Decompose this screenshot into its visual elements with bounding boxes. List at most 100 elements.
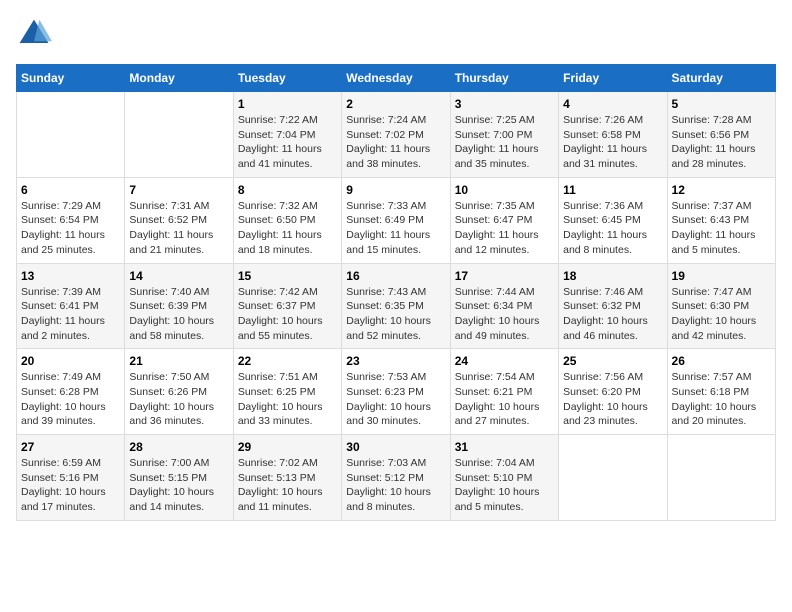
calendar-cell: 20 Sunrise: 7:49 AM Sunset: 6:28 PM Dayli… — [17, 349, 125, 435]
calendar-cell: 30 Sunrise: 7:03 AM Sunset: 5:12 PM Dayli… — [342, 435, 450, 521]
day-info: Sunrise: 7:43 AM Sunset: 6:35 PM Dayligh… — [346, 285, 445, 344]
day-info: Sunrise: 7:54 AM Sunset: 6:21 PM Dayligh… — [455, 370, 554, 429]
calendar-cell: 1 Sunrise: 7:22 AM Sunset: 7:04 PM Daylig… — [233, 92, 341, 178]
calendar-cell: 7 Sunrise: 7:31 AM Sunset: 6:52 PM Daylig… — [125, 177, 233, 263]
day-info: Sunrise: 7:26 AM Sunset: 6:58 PM Dayligh… — [563, 113, 662, 172]
calendar-cell: 8 Sunrise: 7:32 AM Sunset: 6:50 PM Daylig… — [233, 177, 341, 263]
calendar-week-row: 20 Sunrise: 7:49 AM Sunset: 6:28 PM Dayli… — [17, 349, 776, 435]
day-number: 27 — [21, 440, 120, 454]
calendar-cell: 22Sunrise: 7:51 AM Sunset: 6:25 PM Dayli… — [233, 349, 341, 435]
day-number: 25 — [563, 354, 662, 368]
calendar-cell: 9 Sunrise: 7:33 AM Sunset: 6:49 PM Daylig… — [342, 177, 450, 263]
calendar-cell: 21Sunrise: 7:50 AM Sunset: 6:26 PM Dayli… — [125, 349, 233, 435]
day-info: Sunrise: 7:03 AM Sunset: 5:12 PM Dayligh… — [346, 456, 445, 515]
day-info: Sunrise: 7:42 AM Sunset: 6:37 PM Dayligh… — [238, 285, 337, 344]
day-number: 24 — [455, 354, 554, 368]
day-number: 1 — [238, 97, 337, 111]
calendar-cell: 15 Sunrise: 7:42 AM Sunset: 6:37 PM Dayli… — [233, 263, 341, 349]
day-info: Sunrise: 7:39 AM Sunset: 6:41 PM Dayligh… — [21, 285, 120, 344]
day-number: 18 — [563, 269, 662, 283]
day-info: Sunrise: 7:24 AM Sunset: 7:02 PM Dayligh… — [346, 113, 445, 172]
day-info: Sunrise: 7:29 AM Sunset: 6:54 PM Dayligh… — [21, 199, 120, 258]
calendar-cell: 12 Sunrise: 7:37 AM Sunset: 6:43 PM Dayli… — [667, 177, 775, 263]
day-number: 23 — [346, 354, 445, 368]
day-number: 10 — [455, 183, 554, 197]
day-info: Sunrise: 7:32 AM Sunset: 6:50 PM Dayligh… — [238, 199, 337, 258]
calendar-cell: 5 Sunrise: 7:28 AM Sunset: 6:56 PM Daylig… — [667, 92, 775, 178]
day-number: 14 — [129, 269, 228, 283]
weekday-header-row: SundayMondayTuesdayWednesdayThursdayFrid… — [17, 65, 776, 92]
calendar-cell: 13Sunrise: 7:39 AM Sunset: 6:41 PM Dayli… — [17, 263, 125, 349]
day-number: 8 — [238, 183, 337, 197]
day-info: Sunrise: 7:28 AM Sunset: 6:56 PM Dayligh… — [672, 113, 771, 172]
day-info: Sunrise: 7:44 AM Sunset: 6:34 PM Dayligh… — [455, 285, 554, 344]
day-info: Sunrise: 7:22 AM Sunset: 7:04 PM Dayligh… — [238, 113, 337, 172]
calendar-week-row: 13Sunrise: 7:39 AM Sunset: 6:41 PM Dayli… — [17, 263, 776, 349]
day-info: Sunrise: 7:46 AM Sunset: 6:32 PM Dayligh… — [563, 285, 662, 344]
calendar-cell: 19Sunrise: 7:47 AM Sunset: 6:30 PM Dayli… — [667, 263, 775, 349]
page-header — [16, 16, 776, 52]
day-info: Sunrise: 7:00 AM Sunset: 5:15 PM Dayligh… — [129, 456, 228, 515]
day-info: Sunrise: 7:57 AM Sunset: 6:18 PM Dayligh… — [672, 370, 771, 429]
day-number: 19 — [672, 269, 771, 283]
calendar-cell: 17 Sunrise: 7:44 AM Sunset: 6:34 PM Dayli… — [450, 263, 558, 349]
day-info: Sunrise: 7:33 AM Sunset: 6:49 PM Dayligh… — [346, 199, 445, 258]
day-info: Sunrise: 7:04 AM Sunset: 5:10 PM Dayligh… — [455, 456, 554, 515]
calendar-week-row: 1 Sunrise: 7:22 AM Sunset: 7:04 PM Daylig… — [17, 92, 776, 178]
day-number: 31 — [455, 440, 554, 454]
day-info: Sunrise: 7:40 AM Sunset: 6:39 PM Dayligh… — [129, 285, 228, 344]
day-number: 30 — [346, 440, 445, 454]
calendar-cell: 31 Sunrise: 7:04 AM Sunset: 5:10 PM Dayli… — [450, 435, 558, 521]
day-number: 2 — [346, 97, 445, 111]
day-number: 4 — [563, 97, 662, 111]
calendar-cell: 4 Sunrise: 7:26 AM Sunset: 6:58 PM Daylig… — [559, 92, 667, 178]
day-number: 3 — [455, 97, 554, 111]
calendar-cell: 14 Sunrise: 7:40 AM Sunset: 6:39 PM Dayli… — [125, 263, 233, 349]
calendar-cell: 27 Sunrise: 6:59 AM Sunset: 5:16 PM Dayli… — [17, 435, 125, 521]
calendar-cell — [667, 435, 775, 521]
calendar-cell: 23 Sunrise: 7:53 AM Sunset: 6:23 PM Dayli… — [342, 349, 450, 435]
weekday-header: Wednesday — [342, 65, 450, 92]
day-info: Sunrise: 7:37 AM Sunset: 6:43 PM Dayligh… — [672, 199, 771, 258]
day-info: Sunrise: 7:49 AM Sunset: 6:28 PM Dayligh… — [21, 370, 120, 429]
day-number: 20 — [21, 354, 120, 368]
day-info: Sunrise: 7:36 AM Sunset: 6:45 PM Dayligh… — [563, 199, 662, 258]
calendar-cell — [17, 92, 125, 178]
calendar-cell — [559, 435, 667, 521]
calendar-cell: 18 Sunrise: 7:46 AM Sunset: 6:32 PM Dayli… — [559, 263, 667, 349]
day-number: 11 — [563, 183, 662, 197]
day-info: Sunrise: 7:53 AM Sunset: 6:23 PM Dayligh… — [346, 370, 445, 429]
calendar-cell: 10 Sunrise: 7:35 AM Sunset: 6:47 PM Dayli… — [450, 177, 558, 263]
day-number: 28 — [129, 440, 228, 454]
day-info: Sunrise: 7:50 AM Sunset: 6:26 PM Dayligh… — [129, 370, 228, 429]
logo — [16, 16, 54, 52]
weekday-header: Tuesday — [233, 65, 341, 92]
weekday-header: Thursday — [450, 65, 558, 92]
day-number: 15 — [238, 269, 337, 283]
day-number: 7 — [129, 183, 228, 197]
day-number: 9 — [346, 183, 445, 197]
calendar-table: SundayMondayTuesdayWednesdayThursdayFrid… — [16, 64, 776, 521]
day-number: 17 — [455, 269, 554, 283]
calendar-cell: 11 Sunrise: 7:36 AM Sunset: 6:45 PM Dayli… — [559, 177, 667, 263]
day-number: 12 — [672, 183, 771, 197]
calendar-cell — [125, 92, 233, 178]
calendar-cell: 25Sunrise: 7:56 AM Sunset: 6:20 PM Dayli… — [559, 349, 667, 435]
day-number: 26 — [672, 354, 771, 368]
calendar-cell: 2 Sunrise: 7:24 AM Sunset: 7:02 PM Daylig… — [342, 92, 450, 178]
calendar-cell: 3Sunrise: 7:25 AM Sunset: 7:00 PM Daylig… — [450, 92, 558, 178]
weekday-header: Monday — [125, 65, 233, 92]
calendar-cell: 16 Sunrise: 7:43 AM Sunset: 6:35 PM Dayli… — [342, 263, 450, 349]
day-info: Sunrise: 6:59 AM Sunset: 5:16 PM Dayligh… — [21, 456, 120, 515]
day-info: Sunrise: 7:35 AM Sunset: 6:47 PM Dayligh… — [455, 199, 554, 258]
day-info: Sunrise: 7:31 AM Sunset: 6:52 PM Dayligh… — [129, 199, 228, 258]
calendar-cell: 28 Sunrise: 7:00 AM Sunset: 5:15 PM Dayli… — [125, 435, 233, 521]
weekday-header: Friday — [559, 65, 667, 92]
calendar-cell: 26 Sunrise: 7:57 AM Sunset: 6:18 PM Dayli… — [667, 349, 775, 435]
day-number: 5 — [672, 97, 771, 111]
calendar-cell: 24 Sunrise: 7:54 AM Sunset: 6:21 PM Dayli… — [450, 349, 558, 435]
day-info: Sunrise: 7:02 AM Sunset: 5:13 PM Dayligh… — [238, 456, 337, 515]
calendar-week-row: 6 Sunrise: 7:29 AM Sunset: 6:54 PM Daylig… — [17, 177, 776, 263]
day-number: 16 — [346, 269, 445, 283]
day-number: 6 — [21, 183, 120, 197]
